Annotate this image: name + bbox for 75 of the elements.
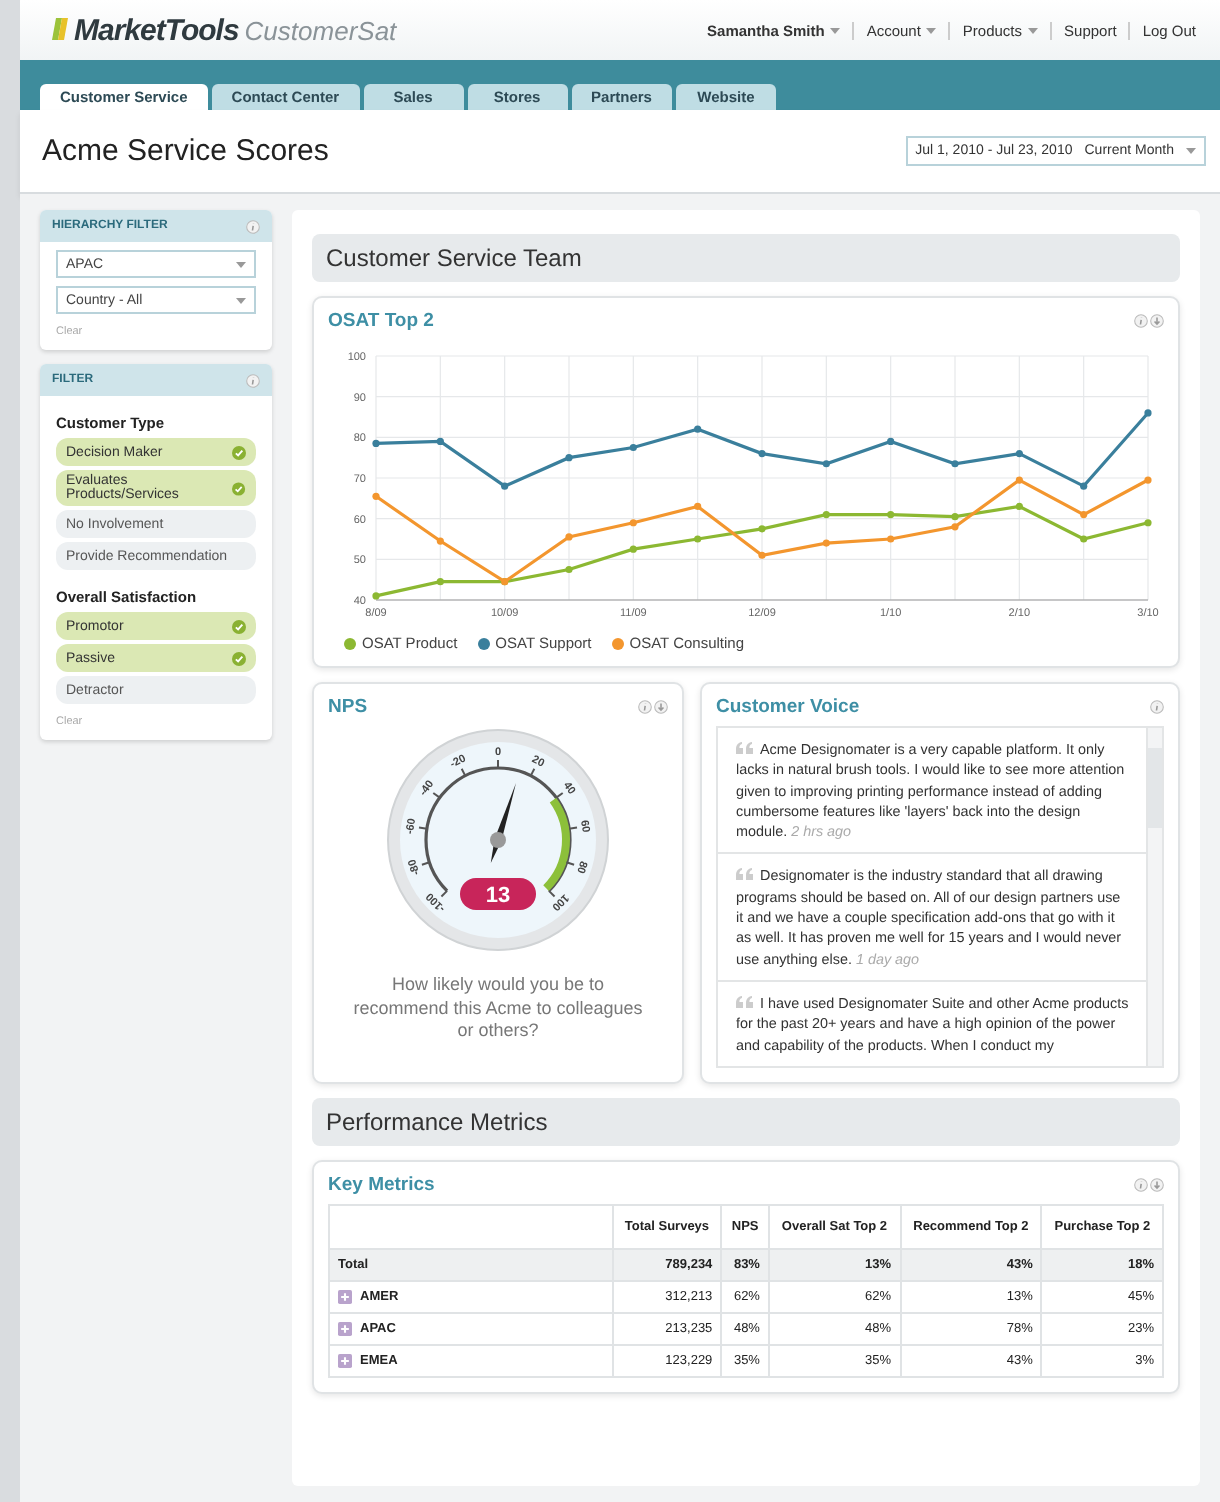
caret-icon bbox=[236, 297, 246, 303]
caret-icon bbox=[1028, 27, 1039, 33]
data-point bbox=[372, 592, 380, 600]
expand-icon[interactable] bbox=[338, 1321, 352, 1336]
data-point bbox=[372, 439, 380, 448]
check-icon bbox=[232, 619, 246, 633]
caret-icon bbox=[830, 27, 841, 33]
section-header: Customer Service Team bbox=[312, 234, 1180, 282]
caret-icon bbox=[926, 27, 937, 33]
data-point bbox=[1080, 511, 1088, 519]
page-title: Acme Service Scores bbox=[42, 134, 329, 168]
data-point bbox=[1144, 476, 1152, 484]
info-icon[interactable] bbox=[1150, 700, 1164, 714]
data-point bbox=[758, 450, 766, 458]
quote-icon bbox=[736, 868, 754, 881]
gauge-needle bbox=[490, 782, 517, 863]
data-point bbox=[822, 511, 830, 519]
check-icon bbox=[232, 481, 246, 495]
caret-icon bbox=[236, 261, 246, 267]
data-point bbox=[436, 437, 444, 445]
logo-icon bbox=[52, 17, 68, 39]
card-title: OSAT Top 2 bbox=[328, 310, 434, 332]
data-point bbox=[887, 511, 895, 519]
data-point bbox=[372, 492, 380, 500]
product-name: CustomerSat bbox=[244, 15, 397, 45]
info-icon[interactable] bbox=[1134, 1177, 1148, 1192]
expand-icon[interactable] bbox=[338, 1289, 352, 1304]
data-point bbox=[436, 578, 444, 586]
caret-icon bbox=[1186, 148, 1196, 154]
download-icon[interactable] bbox=[1150, 1177, 1164, 1192]
quote-icon bbox=[736, 995, 754, 1008]
download-icon[interactable] bbox=[654, 700, 668, 714]
data-point bbox=[1080, 482, 1088, 490]
score-badge bbox=[460, 878, 536, 910]
data-point bbox=[694, 535, 702, 543]
info-icon[interactable] bbox=[246, 219, 260, 233]
info-icon[interactable] bbox=[246, 373, 260, 387]
card-title: NPS bbox=[328, 696, 368, 718]
data-point bbox=[887, 437, 895, 445]
scrollbar[interactable] bbox=[1146, 728, 1162, 1066]
check-icon bbox=[232, 651, 246, 665]
quote-icon bbox=[736, 742, 754, 754]
data-point bbox=[436, 537, 444, 545]
data-point bbox=[694, 502, 702, 511]
data-point bbox=[887, 535, 895, 543]
data-point bbox=[822, 460, 830, 468]
question-text: How likely would you be to recommend this Acme to colleagues or others? bbox=[351, 974, 645, 1045]
check-icon bbox=[232, 445, 246, 459]
data-point bbox=[629, 519, 637, 527]
data-point bbox=[758, 525, 766, 533]
info-icon[interactable] bbox=[638, 700, 652, 714]
card-title: Key Metrics bbox=[328, 1173, 435, 1196]
logo: MarketTools bbox=[74, 13, 239, 47]
data-point bbox=[758, 551, 766, 559]
data-point bbox=[629, 545, 637, 553]
data-point bbox=[629, 443, 637, 452]
data-point bbox=[1015, 450, 1023, 458]
info-icon[interactable] bbox=[1134, 314, 1148, 328]
download-icon[interactable] bbox=[1150, 314, 1164, 328]
data-point bbox=[565, 454, 573, 462]
data-point bbox=[1080, 535, 1088, 543]
data-point bbox=[1015, 476, 1023, 484]
data-point bbox=[822, 539, 830, 547]
data-point bbox=[1144, 409, 1152, 417]
card-title: Customer Voice bbox=[716, 696, 860, 718]
data-point bbox=[694, 425, 702, 433]
data-point bbox=[1015, 502, 1023, 511]
data-point bbox=[501, 482, 509, 490]
data-point bbox=[565, 565, 573, 574]
data-point bbox=[565, 533, 573, 541]
section-header: Performance Metrics bbox=[312, 1097, 1180, 1146]
score-value: 13 bbox=[485, 884, 511, 908]
data-point bbox=[951, 460, 959, 468]
expand-icon[interactable] bbox=[338, 1353, 352, 1368]
data-point bbox=[1144, 519, 1152, 527]
